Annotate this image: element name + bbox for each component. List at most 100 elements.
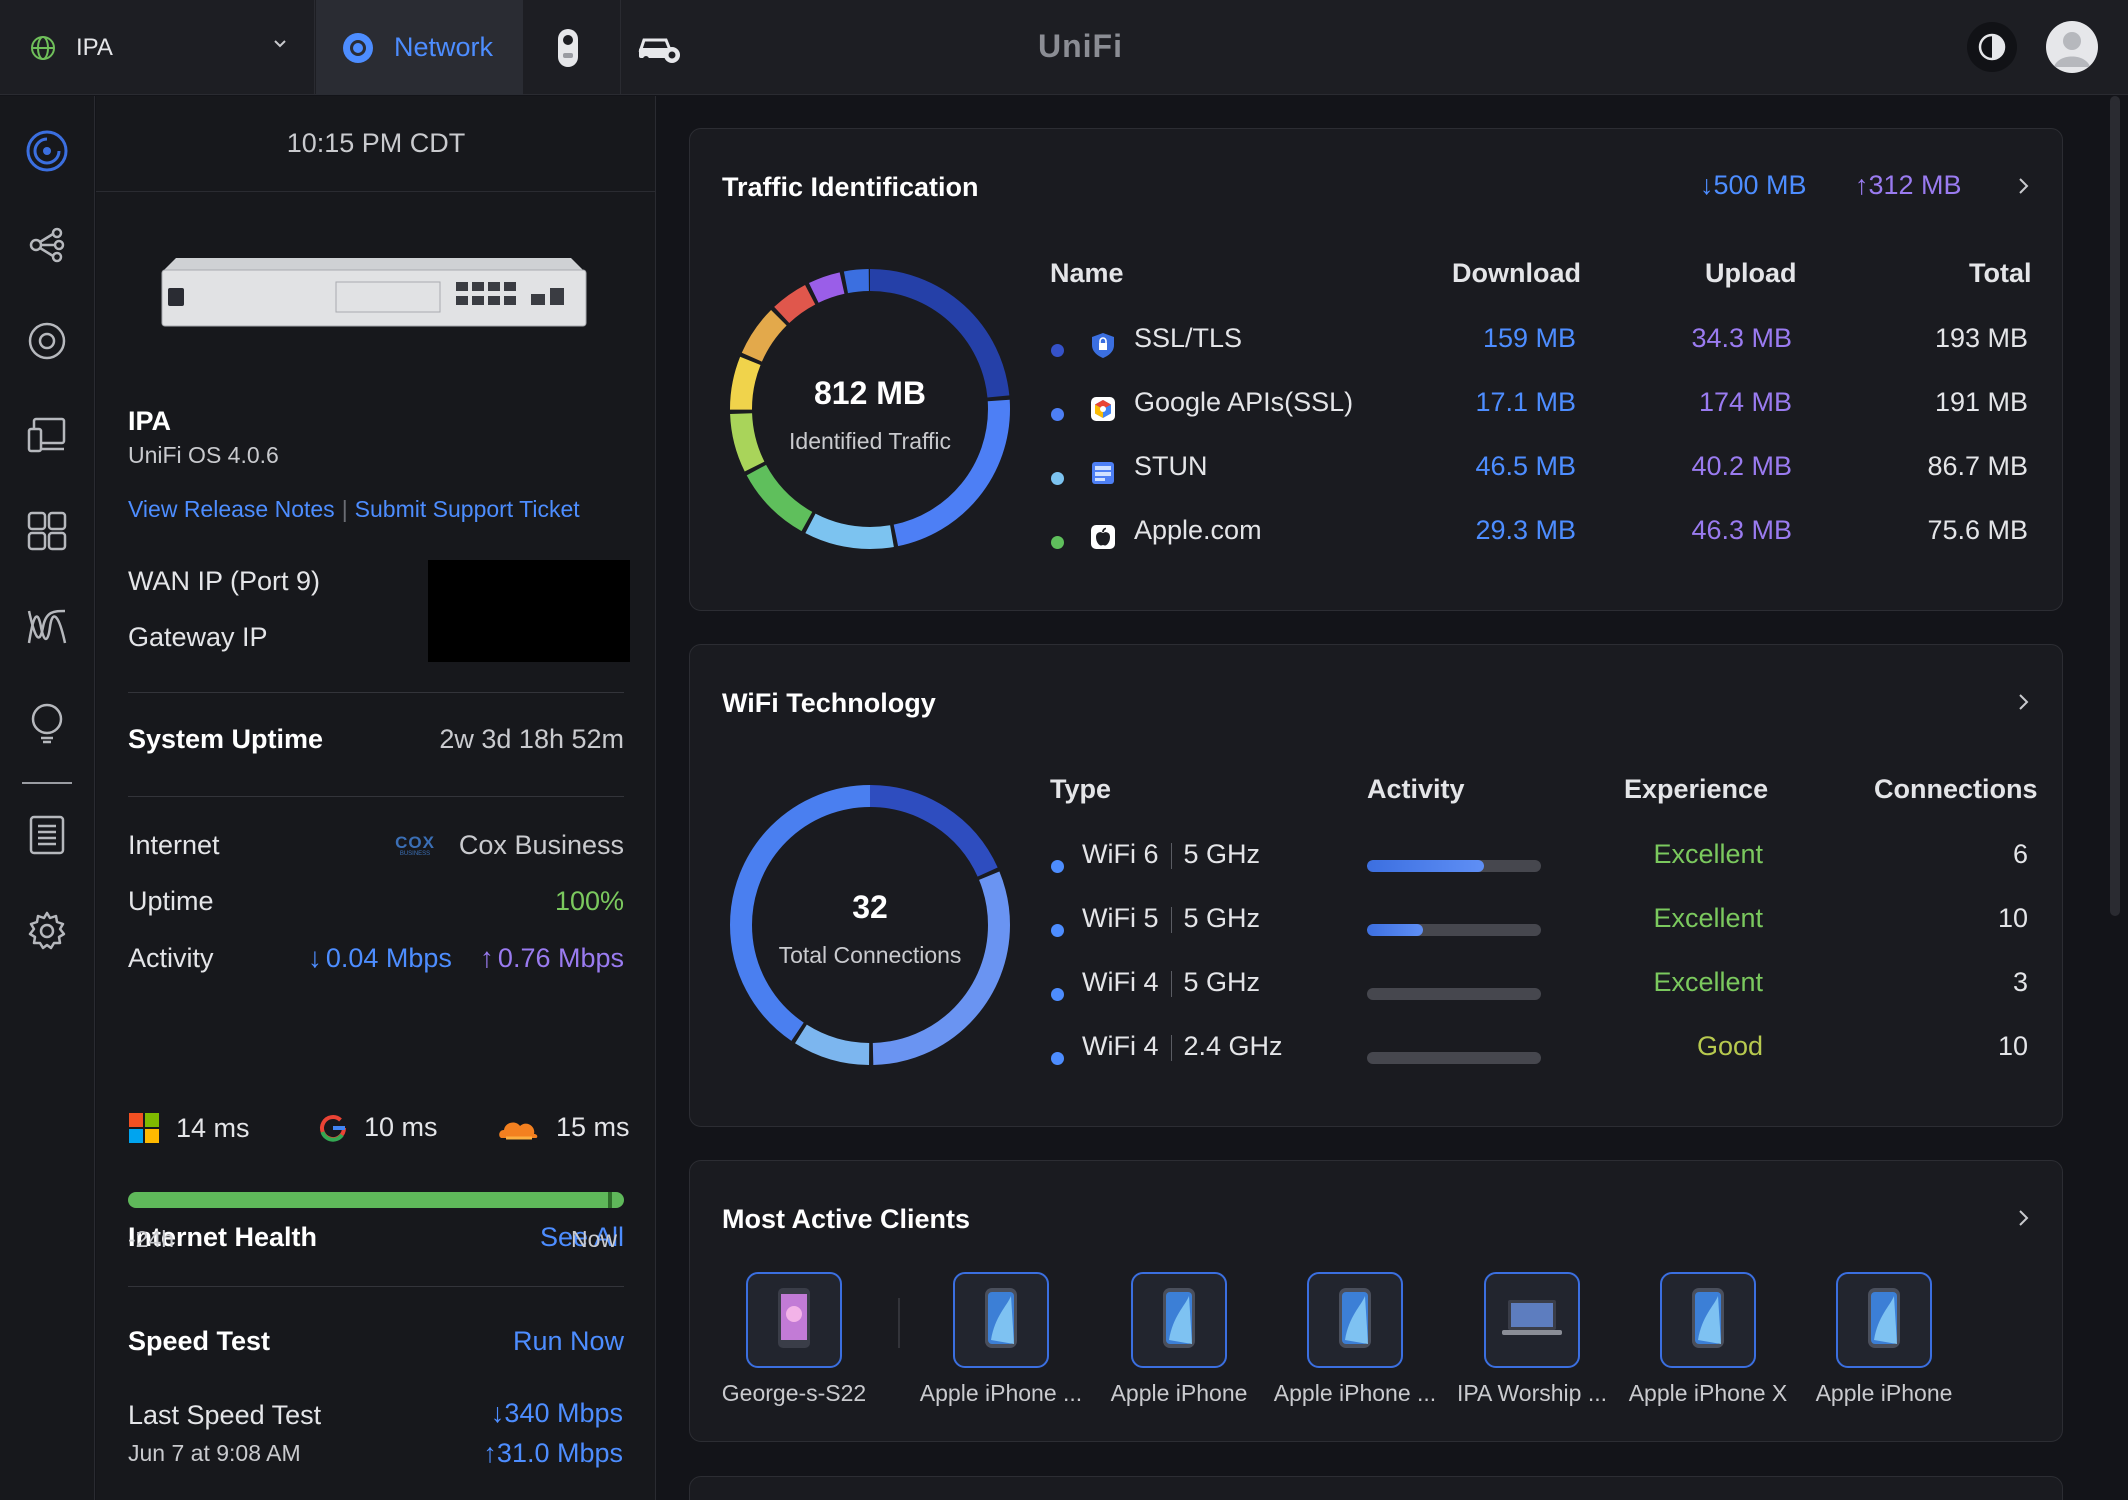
network-app-icon [343, 32, 373, 63]
run-now-button[interactable]: Run Now [513, 1326, 624, 1357]
wifi-row-connections: 3 [2012, 967, 2028, 997]
speed-test-download: ↓340 Mbps [491, 1398, 623, 1429]
nav-clients[interactable] [20, 408, 74, 462]
nav-devices[interactable] [20, 314, 74, 368]
wifi-row-experience: Excellent [1653, 839, 1763, 869]
gateway-ip-label: Gateway IP [128, 622, 268, 652]
client-name: IPA Worship ... [1457, 1380, 1607, 1406]
divider [128, 692, 624, 693]
wifi-row-tech: WiFi 4 [1082, 967, 1159, 997]
latency-microsoft: 14 ms [128, 1112, 250, 1144]
wifi-row-band: 5 GHz [1183, 967, 1261, 997]
wifi-row-experience: Excellent [1653, 903, 1763, 933]
traffic-row-total: 191 MB [1934, 387, 2028, 417]
client-item[interactable]: Apple iPhone ... [916, 1272, 1086, 1407]
wifi-row-type: WiFi 4 2.4 GHz [1082, 1031, 1283, 1062]
wifi-row-experience: Good [1696, 1031, 1763, 1061]
latency-google-value: 10 ms [364, 1112, 438, 1142]
traffic-row-download: 29.3 MB [1475, 515, 1576, 545]
cox-logo-subtext: BUSINESS [399, 851, 431, 857]
traffic-card-chevron-right-icon[interactable] [2012, 175, 2034, 197]
page-scrollbar[interactable] [2110, 96, 2120, 916]
traffic-row-upload: 40.2 MB [1691, 451, 1792, 481]
support-ticket-link[interactable]: Submit Support Ticket [355, 496, 580, 522]
nav-topology[interactable] [20, 218, 74, 272]
wifi-col-type: Type [1050, 774, 1112, 804]
client-separator [898, 1298, 900, 1348]
traffic-row-dot [1051, 408, 1064, 421]
iphone-icon [1688, 1286, 1728, 1355]
internet-health-bar[interactable] [128, 1192, 624, 1208]
client-devices-icon [27, 417, 66, 453]
last-speed-test-date: Jun 7 at 9:08 AM [128, 1440, 301, 1466]
wifi-row-experience: Excellent [1653, 967, 1763, 997]
lightbulb-icon [31, 703, 63, 744]
latency-cloudflare: 15 ms [496, 1112, 630, 1143]
traffic-total-upload: ↑312 MB [1855, 170, 1962, 201]
client-name: George-s-S22 [721, 1380, 867, 1406]
site-selector[interactable]: IPA [0, 0, 315, 95]
traffic-row-name: SSL/TLS [1134, 323, 1243, 353]
traffic-row-dot [1051, 472, 1064, 485]
device-links: View Release Notes | Submit Support Ticket [128, 496, 580, 523]
traffic-row-download: 46.5 MB [1475, 451, 1576, 481]
laptop-icon [1500, 1296, 1564, 1345]
waveform-icon [27, 609, 67, 644]
theme-toggle-button[interactable] [1967, 22, 2017, 72]
wifi-card-chevron-right-icon[interactable] [2012, 691, 2034, 713]
health-end-label: Now [571, 1226, 618, 1252]
user-avatar[interactable] [2046, 21, 2098, 73]
wifi-card-title: WiFi Technology [722, 688, 936, 718]
traffic-card-title: Traffic Identification [722, 172, 979, 202]
wifi-col-experience: Experience [1624, 774, 1769, 804]
cox-logo: COX BUSINESS [395, 834, 435, 857]
nav-dashboard[interactable] [20, 124, 74, 178]
client-item[interactable]: Apple iPhone X [1623, 1272, 1793, 1407]
client-item[interactable]: Apple iPhone [1799, 1272, 1969, 1407]
tab-network-label: Network [394, 32, 494, 62]
upload-arrow-icon: ↑ [483, 1438, 497, 1468]
nav-insights[interactable] [20, 600, 74, 654]
clients-card-chevron-right-icon[interactable] [2012, 1207, 2034, 1229]
server-icon [1089, 459, 1117, 492]
device-panel: 10:15 PM CDT IPA UniFi OS 4.0.6 View Rel… [96, 96, 656, 1500]
client-thumbnail [1307, 1272, 1403, 1368]
wifi-row-connections: 10 [1997, 1031, 2028, 1061]
identified-traffic-label: Identified Traffic [789, 428, 951, 454]
client-item[interactable]: IPA Worship ... [1447, 1272, 1617, 1407]
traffic-row-total: 193 MB [1934, 323, 2028, 353]
client-thumbnail [1836, 1272, 1932, 1368]
gear-icon [28, 911, 66, 950]
client-item[interactable]: George-s-S22 [709, 1272, 879, 1407]
latency-google: 10 ms [318, 1112, 438, 1143]
wifi-row-dot [1051, 924, 1064, 937]
unifi-logo: UniFi [1038, 28, 1123, 64]
activity-label: Activity [128, 942, 214, 973]
microsoft-icon [129, 1113, 159, 1143]
wifi-row-separator [1170, 1034, 1172, 1061]
tab-protect[interactable] [530, 0, 606, 95]
tab-access[interactable] [620, 0, 696, 95]
identified-traffic-value: 812 MB [813, 375, 927, 411]
tab-network[interactable]: Network [316, 0, 523, 95]
client-item[interactable]: Apple iPhone ... [1270, 1272, 1440, 1407]
traffic-donut-center: 812 MB Identified Traffic [730, 375, 1010, 455]
nav-ports[interactable] [20, 504, 74, 558]
traffic-row-download: 159 MB [1482, 323, 1576, 353]
system-uptime-row: System Uptime 2w 3d 18h 52m [128, 724, 624, 755]
wifi-row-activity-bar [1367, 988, 1541, 1000]
traffic-row-download: 17.1 MB [1475, 387, 1576, 417]
latency-cloudflare-value: 15 ms [556, 1112, 630, 1142]
nav-system-log[interactable] [20, 696, 74, 750]
internet-health-header: Internet Health See All [128, 1222, 624, 1253]
release-notes-link[interactable]: View Release Notes [128, 496, 335, 522]
nav-settings[interactable] [20, 904, 74, 958]
download-arrow-icon: ↓ [490, 1398, 505, 1428]
client-item[interactable]: Apple iPhone [1094, 1272, 1264, 1407]
traffic-row-upload: 46.3 MB [1691, 515, 1792, 545]
nav-logs[interactable] [20, 808, 74, 862]
next-card-edge [689, 1476, 2063, 1500]
contrast-icon [1978, 33, 2006, 61]
google-apis-icon [1089, 395, 1117, 428]
wifi-row-connections: 10 [1997, 903, 2028, 933]
